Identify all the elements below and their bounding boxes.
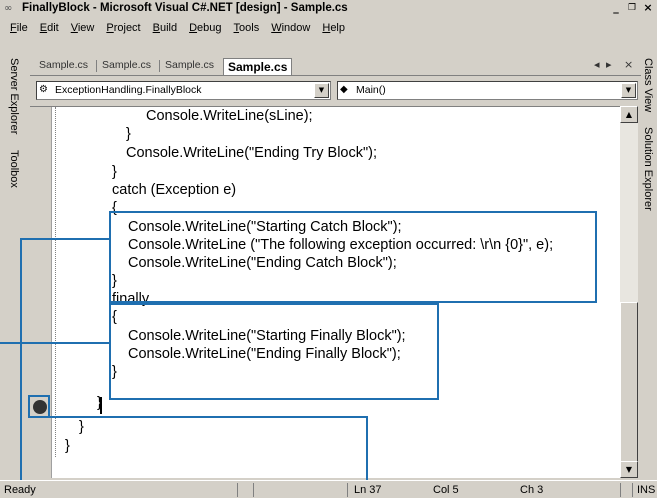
type-combo-value: ExceptionHandling.FinallyBlock: [55, 84, 202, 96]
member-combo-value: Main(): [356, 84, 386, 96]
member-combo[interactable]: ◆ Main() ▼: [337, 81, 638, 100]
menu-window[interactable]: Window: [265, 19, 316, 38]
class-view-tab[interactable]: Class View: [642, 58, 654, 112]
tab-close-icon[interactable]: ×: [624, 58, 633, 71]
solution-explorer-tab[interactable]: Solution Explorer: [642, 127, 654, 211]
status-bar: Ready Ln 37 Col 5 Ch 3 INS: [0, 480, 657, 498]
status-ch: Ch 3: [520, 484, 544, 496]
callout-leader: [0, 342, 111, 344]
window-title: FinallyBlock - Microsoft Visual C#.NET […: [22, 2, 348, 14]
chevron-down-icon[interactable]: ▼: [621, 83, 636, 98]
chevron-down-icon[interactable]: ▼: [314, 83, 329, 98]
menu-file[interactable]: File: [4, 19, 34, 38]
menu-build[interactable]: Build: [147, 19, 183, 38]
code-line: }: [65, 438, 70, 454]
status-line: Ln 37: [354, 484, 382, 496]
catch-block-callout: [109, 211, 597, 303]
scroll-thumb[interactable]: [620, 302, 638, 462]
type-combo[interactable]: ⚙ ExceptionHandling.FinallyBlock ▼: [36, 81, 331, 100]
menu-tools[interactable]: Tools: [228, 19, 266, 38]
text-caret: [100, 397, 102, 414]
vertical-scrollbar[interactable]: ▲ ▼: [620, 106, 638, 478]
status-col: Col 5: [433, 484, 459, 496]
minimize-button[interactable]: _: [609, 1, 623, 15]
tab-sample-cs-3[interactable]: Sample.cs: [165, 59, 214, 71]
menu-help[interactable]: Help: [316, 19, 351, 38]
server-explorer-tab[interactable]: Server Explorer: [8, 58, 20, 134]
right-dock: Class View Solution Explorer: [641, 55, 657, 480]
code-line: Console.WriteLine("Ending Try Block");: [126, 145, 377, 161]
code-line: }: [126, 126, 131, 142]
finally-block-callout: [109, 303, 439, 400]
menu-bar: File Edit View Project Build Debug Tools…: [0, 19, 657, 38]
close-button[interactable]: ×: [641, 1, 655, 15]
callout-leader: [20, 238, 111, 240]
callout-leader: [20, 238, 22, 480]
scroll-down-icon[interactable]: ▼: [620, 461, 638, 478]
callout-leader: [366, 416, 368, 480]
tab-next-icon[interactable]: ▸: [606, 58, 612, 71]
code-line: catch (Exception e): [112, 182, 237, 198]
tab-sample-cs-active[interactable]: Sample.cs: [223, 58, 293, 75]
status-message: Ready: [4, 484, 36, 496]
method-icon: ◆: [340, 84, 348, 95]
scroll-up-icon[interactable]: ▲: [620, 106, 638, 123]
breakpoint-icon[interactable]: [33, 400, 47, 414]
editor-gutter[interactable]: [30, 107, 52, 478]
left-dock: Server Explorer Toolbox: [0, 55, 30, 480]
status-mode: INS: [637, 484, 656, 496]
code-line: }: [79, 419, 84, 435]
menu-debug[interactable]: Debug: [183, 19, 227, 38]
restore-button[interactable]: ❐: [625, 1, 639, 15]
outline-guide: [55, 107, 56, 457]
menu-edit[interactable]: Edit: [34, 19, 65, 38]
toolbox-tab[interactable]: Toolbox: [8, 150, 20, 188]
document-tab-strip: Sample.cs Sample.cs Sample.cs Sample.cs …: [30, 55, 641, 76]
menu-project[interactable]: Project: [100, 19, 146, 38]
tab-sample-cs-2[interactable]: Sample.cs: [102, 59, 151, 71]
code-line: }: [112, 164, 117, 180]
callout-leader: [50, 416, 368, 418]
tab-prev-icon[interactable]: ◂: [594, 58, 600, 71]
menu-view[interactable]: View: [65, 19, 101, 38]
code-line: Console.WriteLine(sLine);: [146, 108, 313, 124]
tab-sample-cs-1[interactable]: Sample.cs: [39, 59, 88, 71]
title-bar: ∞ FinallyBlock - Microsoft Visual C#.NET…: [0, 0, 657, 18]
class-icon: ⚙: [39, 84, 48, 95]
app-icon[interactable]: ∞: [4, 3, 18, 15]
